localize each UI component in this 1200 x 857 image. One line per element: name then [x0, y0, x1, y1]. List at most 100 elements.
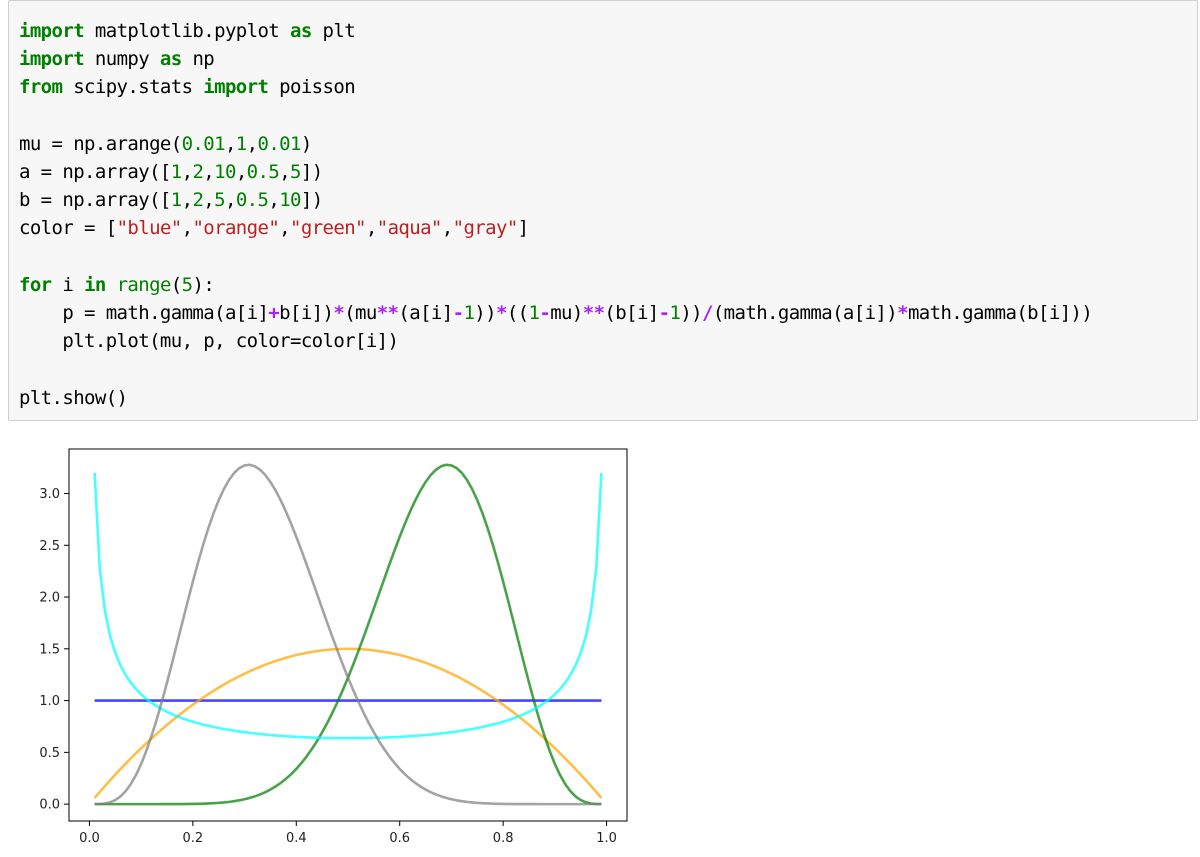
code-token: np	[181, 48, 215, 71]
x-tick-label: 0.2	[183, 831, 204, 846]
code-token: ((	[506, 302, 529, 325]
code-token: 1	[170, 161, 182, 184]
x-tick-label: 0.0	[79, 831, 100, 846]
code-line: for i in range(5):	[19, 271, 1092, 299]
code-token: (math.gamma(a[i])	[712, 302, 898, 325]
code-token: numpy	[84, 48, 160, 71]
code-line: plt.plot(mu, p, color=color[i])	[19, 327, 1092, 355]
code-token: i	[51, 273, 85, 296]
code-token: as	[290, 20, 312, 42]
code-token: 10	[214, 161, 236, 184]
code-token: ,	[224, 189, 236, 212]
code-line: b = np.array([1,2,5,0.5,10])	[19, 186, 1092, 214]
code-token: as	[159, 48, 182, 71]
code-token: color = [	[19, 217, 117, 240]
series-line-3	[93, 472, 603, 740]
code-token: ])	[300, 189, 323, 212]
code-token: ,	[246, 132, 258, 155]
code-line: import numpy as np	[19, 45, 1092, 73]
code-token: import	[19, 48, 85, 71]
code-token: matplotlib.pyplot	[84, 20, 290, 42]
code-token: plt.show()	[19, 386, 128, 409]
code-line: plt.show()	[19, 384, 1092, 412]
code-token: ,	[441, 217, 453, 240]
code-token: ,	[203, 189, 215, 212]
code-token: ):	[192, 273, 215, 296]
code-token: in	[84, 273, 106, 296]
code-editor[interactable]: import matplotlib.pyplot as plt import nu…	[19, 17, 1093, 412]
y-tick-label: 2.5	[39, 539, 60, 554]
code-token: 0.5	[235, 189, 269, 212]
code-token: 5	[290, 161, 301, 184]
code-token: (mu	[344, 302, 377, 325]
code-token: 2	[192, 161, 204, 184]
code-line: import matplotlib.pyplot as plt	[19, 17, 1092, 45]
code-token: **	[582, 302, 605, 325]
code-token: 1	[463, 302, 475, 325]
code-cell[interactable]: import matplotlib.pyplot as plt import nu…	[8, 0, 1198, 421]
code-token: scipy.stats	[62, 76, 204, 99]
series-line-4	[94, 463, 602, 806]
code-token: (	[170, 273, 182, 296]
y-tick-label: 3.0	[39, 487, 60, 502]
code-token: -	[539, 302, 551, 325]
code-token: -	[452, 302, 464, 325]
code-token: **	[376, 302, 399, 325]
code-token: 10	[279, 189, 301, 212]
code-token: a = np.array([	[19, 161, 171, 184]
code-token: 1	[669, 302, 681, 325]
code-token: 2	[192, 189, 204, 212]
code-token: 0.01	[257, 132, 301, 155]
code-token: ])	[300, 161, 323, 184]
code-token: (b[i]	[604, 302, 659, 325]
code-line: from scipy.stats import poisson	[19, 73, 1092, 101]
code-token: range	[116, 273, 172, 296]
code-token: 1	[235, 132, 247, 155]
code-token: b[i])	[279, 302, 334, 325]
code-token: 1	[170, 189, 182, 212]
code-token: 0.01	[181, 132, 226, 155]
code-token: import	[19, 20, 85, 42]
y-tick-label: 0.5	[39, 746, 60, 761]
y-tick-label: 2.0	[39, 591, 60, 606]
code-line: a = np.array([1,2,10,0.5,5])	[19, 158, 1092, 186]
code-token: 5	[214, 189, 225, 212]
code-token: -	[658, 302, 670, 325]
code-line: mu = np.arange(0.01,1,0.01)	[19, 130, 1092, 158]
code-token: ,	[279, 161, 291, 184]
code-token: "green"	[290, 217, 366, 240]
code-line: color = ["blue","orange","green","aqua",…	[19, 214, 1092, 242]
code-token: b = np.array([	[19, 189, 171, 212]
series-line-2	[94, 463, 602, 806]
code-token: 5	[181, 273, 193, 296]
code-token: ,	[181, 217, 193, 240]
code-token: "aqua"	[376, 217, 443, 240]
code-token: ,	[268, 189, 280, 212]
code-token: mu = np.arange(	[19, 132, 182, 155]
code-token: for	[19, 273, 52, 296]
x-tick-label: 0.4	[286, 831, 307, 846]
code-token: +	[268, 302, 280, 325]
code-token: plt	[311, 20, 356, 42]
code-token: "orange"	[192, 217, 280, 240]
code-token: from	[19, 76, 63, 99]
code-token: ,	[181, 161, 193, 184]
code-token: ,	[365, 217, 377, 240]
code-token: ,	[203, 161, 215, 184]
code-token: /	[702, 302, 713, 325]
code-token: import	[203, 76, 269, 99]
code-line: p = math.gamma(a[i]+b[i])*(mu**(a[i]-1))…	[19, 299, 1092, 327]
code-token: ,	[224, 132, 236, 155]
x-tick-label: 0.8	[493, 831, 514, 846]
code-token: *	[333, 302, 345, 325]
code-token: )	[300, 132, 312, 155]
y-tick-label: 0.0	[39, 798, 60, 813]
code-token: 1	[528, 302, 540, 325]
code-token: ]	[517, 217, 529, 240]
y-tick-label: 1.0	[39, 694, 60, 709]
code-token: ))	[680, 302, 702, 325]
